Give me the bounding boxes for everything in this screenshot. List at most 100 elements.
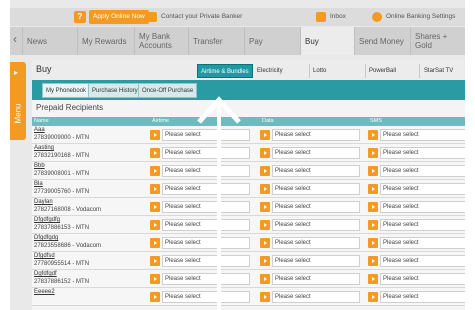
- play-icon[interactable]: [150, 220, 160, 230]
- airtime-select[interactable]: Please select: [162, 129, 250, 141]
- play-icon[interactable]: [150, 166, 160, 176]
- data-select[interactable]: Please select: [272, 147, 360, 159]
- play-icon[interactable]: [260, 184, 270, 194]
- nav-buy[interactable]: Buy: [300, 27, 354, 55]
- airtime-select[interactable]: Please select: [162, 237, 250, 249]
- sms-select[interactable]: Please select: [380, 201, 465, 213]
- recipient-name[interactable]: Dfgdfgdg: [34, 235, 58, 242]
- play-icon[interactable]: [260, 238, 270, 248]
- play-icon[interactable]: [368, 148, 378, 158]
- recipient-name[interactable]: Dfgdfsd: [34, 253, 55, 260]
- sms-select[interactable]: Please select: [380, 165, 465, 177]
- play-icon[interactable]: [260, 256, 270, 266]
- play-icon[interactable]: [368, 274, 378, 284]
- data-select[interactable]: Please select: [272, 183, 360, 195]
- tab-electricity[interactable]: Electricity: [254, 64, 286, 78]
- play-icon[interactable]: [150, 148, 160, 158]
- nav-shares-gold[interactable]: Shares + Gold: [410, 27, 465, 55]
- airtime-select[interactable]: Please select: [162, 165, 250, 177]
- play-icon[interactable]: [368, 238, 378, 248]
- play-icon[interactable]: [150, 184, 160, 194]
- airtime-select[interactable]: Please select: [162, 255, 250, 267]
- play-icon[interactable]: [150, 202, 160, 212]
- data-select[interactable]: Please select: [272, 273, 360, 285]
- tab-starsat-tv[interactable]: StarSat TV: [421, 64, 456, 78]
- recipient-name[interactable]: Dgfdfgdf: [34, 271, 57, 278]
- tab-once-off-purchase[interactable]: Once-Off Purchase: [138, 83, 198, 98]
- play-icon[interactable]: [150, 238, 160, 248]
- play-icon[interactable]: [368, 220, 378, 230]
- airtime-select[interactable]: Please select: [162, 183, 250, 195]
- banking-window: ? Apply Online Now Contact your Private …: [10, 0, 465, 310]
- play-icon[interactable]: [150, 256, 160, 266]
- play-icon[interactable]: [150, 274, 160, 284]
- nav-my-bank-accounts[interactable]: My Bank Accounts: [134, 27, 192, 55]
- play-icon[interactable]: [260, 202, 270, 212]
- recipient-name[interactable]: Aaa: [34, 127, 45, 134]
- recipient-name[interactable]: Bbb: [34, 163, 45, 170]
- play-icon[interactable]: [260, 166, 270, 176]
- play-icon[interactable]: [368, 202, 378, 212]
- play-icon[interactable]: [260, 274, 270, 284]
- tab-powerball[interactable]: PowerBall: [366, 64, 399, 78]
- airtime-select[interactable]: Please select: [162, 273, 250, 285]
- settings-icon: [372, 12, 382, 22]
- play-icon[interactable]: [150, 130, 160, 140]
- chevron-left-icon[interactable]: ‹: [13, 32, 17, 46]
- play-icon[interactable]: [150, 292, 160, 302]
- recipient-name[interactable]: Eeeee2: [34, 289, 55, 296]
- apply-online-button[interactable]: Apply Online Now: [89, 10, 149, 24]
- data-select[interactable]: Please select: [272, 255, 360, 267]
- buy-panel: Buy Airtime & Bundles Electricity Lotto …: [32, 60, 465, 310]
- data-select[interactable]: Please select: [272, 129, 360, 141]
- play-icon[interactable]: [260, 220, 270, 230]
- recipient-number: 27839008001 - MTN: [34, 171, 90, 177]
- sms-select[interactable]: Please select: [380, 291, 465, 303]
- table-row: Aasting 27832190168 - MTN Please select Ple…: [32, 144, 465, 162]
- data-select[interactable]: Please select: [272, 237, 360, 249]
- contact-banker-link[interactable]: Contact your Private Banker: [161, 8, 242, 26]
- recipient-name[interactable]: Aasting: [34, 145, 54, 152]
- recipient-name[interactable]: Dfgdfgdfg: [34, 217, 60, 224]
- recipient-number: 27837886153 - MTN: [34, 225, 90, 231]
- side-menu-tab[interactable]: ▸ Menu: [10, 62, 26, 140]
- data-select[interactable]: Please select: [272, 201, 360, 213]
- data-select[interactable]: Please select: [272, 291, 360, 303]
- sms-select[interactable]: Please select: [380, 183, 465, 195]
- nav-pay[interactable]: Pay: [244, 27, 300, 55]
- sms-select[interactable]: Please select: [380, 147, 465, 159]
- sms-select[interactable]: Please select: [380, 273, 465, 285]
- sms-select[interactable]: Please select: [380, 129, 465, 141]
- nav-news[interactable]: News: [22, 27, 76, 55]
- nav-send-money[interactable]: Send Money: [354, 27, 410, 55]
- nav-transfer[interactable]: Transfer: [188, 27, 244, 55]
- airtime-select[interactable]: Please select: [162, 291, 250, 303]
- play-icon[interactable]: [260, 148, 270, 158]
- play-icon[interactable]: [260, 130, 270, 140]
- sms-select[interactable]: Please select: [380, 237, 465, 249]
- sms-select[interactable]: Please select: [380, 255, 465, 267]
- inbox-link[interactable]: Inbox: [330, 8, 346, 26]
- airtime-select[interactable]: Please select: [162, 219, 250, 231]
- play-icon[interactable]: [368, 130, 378, 140]
- page-title: Buy: [36, 64, 52, 74]
- data-select[interactable]: Please select: [272, 165, 360, 177]
- help-icon[interactable]: ?: [74, 11, 86, 23]
- play-icon[interactable]: [368, 184, 378, 194]
- play-icon[interactable]: [260, 292, 270, 302]
- sms-select[interactable]: Please select: [380, 219, 465, 231]
- play-icon[interactable]: [368, 292, 378, 302]
- airtime-select[interactable]: Please select: [162, 147, 250, 159]
- nav-my-rewards[interactable]: My Rewards: [77, 27, 139, 55]
- tab-lotto[interactable]: Lotto: [310, 64, 329, 78]
- tab-airtime-bundles[interactable]: Airtime & Bundles: [197, 64, 253, 78]
- recipient-name[interactable]: Daylan: [34, 199, 53, 206]
- settings-link[interactable]: Online Banking Settings: [386, 8, 455, 26]
- tab-my-phonebook[interactable]: My Phonebook: [42, 83, 91, 98]
- recipient-name[interactable]: Bla: [34, 181, 43, 188]
- airtime-select[interactable]: Please select: [162, 201, 250, 213]
- data-select[interactable]: Please select: [272, 219, 360, 231]
- tab-purchase-history[interactable]: Purchase History: [88, 83, 142, 98]
- play-icon[interactable]: [368, 166, 378, 176]
- play-icon[interactable]: [368, 256, 378, 266]
